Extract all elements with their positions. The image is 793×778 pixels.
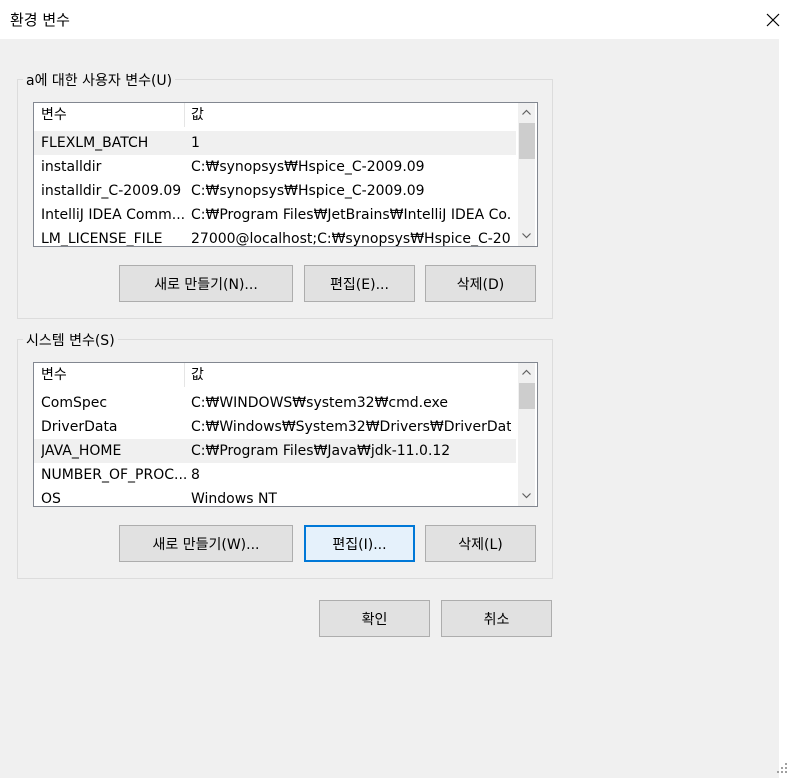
scroll-up-button[interactable] bbox=[518, 363, 535, 380]
system-delete-button[interactable]: 삭제(L) bbox=[425, 525, 536, 562]
user-delete-button[interactable]: 삭제(D) bbox=[425, 265, 536, 302]
table-row[interactable]: OS Windows NT bbox=[34, 487, 516, 507]
table-row[interactable]: JAVA_HOME C:₩Program Files₩Java₩jdk-11.0… bbox=[34, 439, 516, 463]
user-variables-legend: a에 대한 사용자 변수(U) bbox=[23, 70, 176, 90]
table-row[interactable]: NUMBER_OF_PROC... 8 bbox=[34, 463, 516, 487]
window-title: 환경 변수 bbox=[10, 11, 70, 29]
title-bar: 환경 변수 bbox=[0, 0, 793, 39]
user-variables-list[interactable]: 변수 값 FLEXLM_BATCH 1 installdir C:₩synops… bbox=[33, 102, 538, 247]
resize-grip-icon[interactable] bbox=[776, 762, 788, 774]
vertical-scrollbar[interactable] bbox=[518, 103, 535, 246]
variable-name: DriverData bbox=[41, 419, 118, 435]
cancel-button[interactable]: 취소 bbox=[441, 600, 552, 637]
user-new-button[interactable]: 새로 만들기(N)... bbox=[119, 265, 293, 302]
variable-value: 27000@localhost;C:₩synopsys₩Hspice_C-200… bbox=[191, 231, 511, 247]
scroll-down-button[interactable] bbox=[518, 227, 535, 244]
ok-button[interactable]: 확인 bbox=[319, 600, 430, 637]
variable-value: 8 bbox=[191, 467, 200, 483]
table-row[interactable]: DriverData C:₩Windows₩System32₩Drivers₩D… bbox=[34, 415, 516, 439]
variable-value: 1 bbox=[191, 135, 200, 151]
table-row[interactable]: installdir C:₩synopsys₩Hspice_C-2009.09 bbox=[34, 155, 516, 179]
chevron-down-icon bbox=[522, 492, 531, 498]
list-header: 변수 값 bbox=[34, 363, 516, 387]
variable-name: LM_LICENSE_FILE bbox=[41, 231, 163, 247]
scroll-up-button[interactable] bbox=[518, 103, 535, 120]
system-variables-legend: 시스템 변수(S) bbox=[23, 330, 118, 350]
list-header: 변수 값 bbox=[34, 103, 516, 127]
variable-name: NUMBER_OF_PROC... bbox=[41, 467, 186, 483]
column-divider bbox=[184, 363, 185, 387]
scroll-thumb[interactable] bbox=[519, 383, 535, 409]
table-row[interactable]: ComSpec C:₩WINDOWS₩system32₩cmd.exe bbox=[34, 391, 516, 415]
column-header-variable[interactable]: 변수 bbox=[41, 363, 67, 387]
system-new-button[interactable]: 새로 만들기(W)... bbox=[119, 525, 293, 562]
column-divider bbox=[184, 103, 185, 127]
table-row[interactable]: LM_LICENSE_FILE 27000@localhost;C:₩synop… bbox=[34, 227, 516, 247]
variable-name: FLEXLM_BATCH bbox=[41, 135, 149, 151]
variable-name: installdir_C-2009.09 bbox=[41, 183, 182, 199]
column-header-value[interactable]: 값 bbox=[191, 103, 204, 127]
variable-value: Windows NT bbox=[191, 491, 277, 507]
column-header-value[interactable]: 값 bbox=[191, 363, 204, 387]
variable-name: IntelliJ IDEA Comm... bbox=[41, 207, 186, 223]
chevron-down-icon bbox=[522, 232, 531, 238]
system-edit-button[interactable]: 편집(I)... bbox=[304, 525, 415, 562]
variable-value: C:₩synopsys₩Hspice_C-2009.09 bbox=[191, 183, 425, 199]
window-edge bbox=[779, 39, 793, 778]
variable-value: C:₩synopsys₩Hspice_C-2009.09 bbox=[191, 159, 425, 175]
close-button[interactable] bbox=[752, 0, 793, 39]
chevron-up-icon bbox=[522, 369, 531, 375]
system-variables-list[interactable]: 변수 값 ComSpec C:₩WINDOWS₩system32₩cmd.exe… bbox=[33, 362, 538, 507]
table-row[interactable]: IntelliJ IDEA Comm... C:₩Program Files₩J… bbox=[34, 203, 516, 227]
column-header-variable[interactable]: 변수 bbox=[41, 103, 67, 127]
variable-name: OS bbox=[41, 491, 61, 507]
table-row[interactable]: FLEXLM_BATCH 1 bbox=[34, 131, 516, 155]
vertical-scrollbar[interactable] bbox=[518, 363, 535, 506]
scroll-thumb[interactable] bbox=[519, 123, 535, 159]
table-row[interactable]: installdir_C-2009.09 C:₩synopsys₩Hspice_… bbox=[34, 179, 516, 203]
variable-value: C:₩Windows₩System32₩Drivers₩DriverData bbox=[191, 419, 511, 435]
scroll-down-button[interactable] bbox=[518, 487, 535, 504]
variable-value: C:₩Program Files₩Java₩jdk-11.0.12 bbox=[191, 443, 451, 459]
variable-value: C:₩WINDOWS₩system32₩cmd.exe bbox=[191, 395, 448, 411]
close-icon bbox=[766, 13, 779, 26]
variable-name: ComSpec bbox=[41, 395, 108, 411]
variable-name: JAVA_HOME bbox=[41, 443, 122, 459]
variable-name: installdir bbox=[41, 159, 102, 175]
user-edit-button[interactable]: 편집(E)... bbox=[304, 265, 415, 302]
chevron-up-icon bbox=[522, 109, 531, 115]
variable-value: C:₩Program Files₩JetBrains₩IntelliJ IDEA… bbox=[191, 207, 511, 223]
